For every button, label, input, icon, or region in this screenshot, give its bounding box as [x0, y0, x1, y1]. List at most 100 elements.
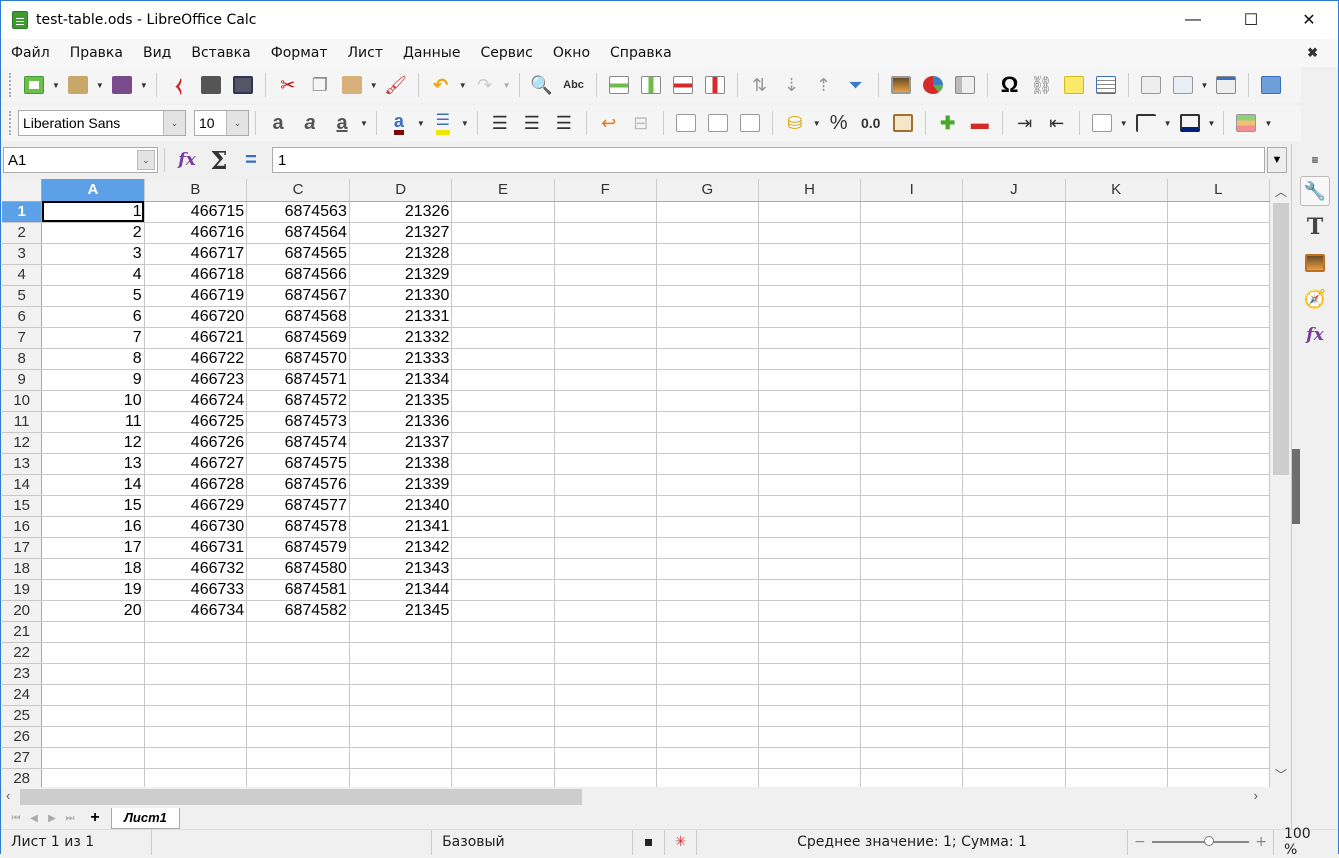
cell-A11[interactable]: 11	[41, 411, 145, 433]
cell-F20[interactable]	[554, 600, 657, 622]
sidebar-gallery-tab[interactable]	[1300, 248, 1330, 278]
cell-F13[interactable]	[554, 453, 657, 475]
redo-dropdown[interactable]: ▼	[503, 81, 511, 90]
cell-G8[interactable]	[656, 348, 759, 370]
cell-I11[interactable]	[860, 411, 964, 433]
cell-K26[interactable]	[1065, 726, 1168, 748]
prev-sheet-icon[interactable]: ◀	[25, 813, 43, 824]
cell-C16[interactable]: 6874578	[246, 516, 350, 538]
row-header[interactable]: 19	[2, 579, 43, 601]
percent-format-button[interactable]: %	[826, 110, 852, 136]
cell-C19[interactable]: 6874581	[246, 579, 350, 601]
cell-J4[interactable]	[962, 264, 1066, 286]
cell-I24[interactable]	[860, 684, 964, 706]
expand-formula-bar-button[interactable]: ▼	[1267, 147, 1287, 173]
zoom-slider[interactable]	[1151, 836, 1250, 846]
cell-E18[interactable]	[451, 558, 555, 580]
delete-row-button[interactable]	[670, 72, 696, 98]
cell-C27[interactable]	[246, 747, 350, 769]
menu-item-8[interactable]: Окно	[543, 45, 600, 61]
cell-J1[interactable]	[962, 201, 1066, 223]
cell-B12[interactable]: 466726	[144, 432, 248, 454]
cell-B16[interactable]: 466730	[144, 516, 248, 538]
cell-A8[interactable]: 8	[41, 348, 145, 370]
spelling-button[interactable]: Abc	[561, 72, 587, 98]
insert-row-button[interactable]	[606, 72, 632, 98]
cell-F8[interactable]	[554, 348, 657, 370]
cell-E28[interactable]	[451, 768, 555, 787]
zoom-percent[interactable]: 100 %	[1274, 826, 1338, 858]
cell-J10[interactable]	[962, 390, 1066, 412]
cell-F16[interactable]	[554, 516, 657, 538]
cell-F23[interactable]	[554, 663, 657, 685]
function-wizard-button[interactable]: fx	[174, 147, 200, 173]
row-header[interactable]: 17	[2, 537, 43, 559]
increase-indent-button[interactable]: ⇥	[1012, 110, 1038, 136]
cell-C3[interactable]: 6874565	[246, 243, 350, 265]
cell-G13[interactable]	[656, 453, 759, 475]
cut-button[interactable]: ✂	[275, 72, 301, 98]
cell-C14[interactable]: 6874576	[246, 474, 350, 496]
column-header-H[interactable]: H	[758, 179, 862, 202]
cell-J27[interactable]	[962, 747, 1066, 769]
cell-A4[interactable]: 4	[41, 264, 145, 286]
cell-D21[interactable]	[349, 621, 453, 643]
cell-H9[interactable]	[758, 369, 862, 391]
cell-I7[interactable]	[860, 327, 964, 349]
cell-D16[interactable]: 21341	[349, 516, 453, 538]
cell-I16[interactable]	[860, 516, 964, 538]
cell-A3[interactable]: 3	[41, 243, 145, 265]
cell-C2[interactable]: 6874564	[246, 222, 350, 244]
print-area-button[interactable]	[1138, 72, 1164, 98]
currency-dropdown[interactable]: ▼	[813, 119, 821, 128]
cell-L3[interactable]	[1167, 243, 1270, 265]
cell-J14[interactable]	[962, 474, 1066, 496]
cell-J16[interactable]	[962, 516, 1066, 538]
split-window-button[interactable]	[1213, 72, 1239, 98]
cell-D22[interactable]	[349, 642, 453, 664]
cell-H27[interactable]	[758, 747, 862, 769]
zoom-out-button[interactable]: −	[1134, 834, 1146, 850]
autofilter-button[interactable]: ⏷	[843, 72, 869, 98]
cell-L25[interactable]	[1167, 705, 1270, 727]
cell-D7[interactable]: 21332	[349, 327, 453, 349]
row-header[interactable]: 12	[2, 432, 43, 454]
column-header-C[interactable]: C	[246, 179, 350, 202]
underline-dropdown[interactable]: ▼	[360, 119, 368, 128]
cell-C4[interactable]: 6874566	[246, 264, 350, 286]
row-header[interactable]: 20	[2, 600, 43, 622]
cell-F22[interactable]	[554, 642, 657, 664]
cell-I10[interactable]	[860, 390, 964, 412]
menu-item-6[interactable]: Данные	[393, 45, 471, 61]
paste-dropdown[interactable]: ▼	[370, 81, 378, 90]
align-left-button[interactable]: ☰	[487, 110, 513, 136]
number-format-button[interactable]: 0.0	[858, 110, 884, 136]
save-dropdown[interactable]: ▼	[140, 81, 148, 90]
zoom-slider-knob[interactable]	[1203, 836, 1214, 846]
cell-A16[interactable]: 16	[41, 516, 145, 538]
cell-I21[interactable]	[860, 621, 964, 643]
cell-B23[interactable]	[144, 663, 248, 685]
cell-D27[interactable]	[349, 747, 453, 769]
menu-item-2[interactable]: Вид	[133, 45, 181, 61]
row-header[interactable]: 8	[2, 348, 43, 370]
chevron-down-icon[interactable]: ⌄	[226, 111, 248, 135]
row-header[interactable]: 2	[2, 222, 43, 244]
row-header[interactable]: 5	[2, 285, 43, 307]
cell-H10[interactable]	[758, 390, 862, 412]
cell-C10[interactable]: 6874572	[246, 390, 350, 412]
cell-H6[interactable]	[758, 306, 862, 328]
cell-E19[interactable]	[451, 579, 555, 601]
special-character-button[interactable]: Ω	[997, 72, 1023, 98]
cell-D28[interactable]	[349, 768, 453, 787]
cell-G12[interactable]	[656, 432, 759, 454]
cell-L21[interactable]	[1167, 621, 1270, 643]
cell-C23[interactable]	[246, 663, 350, 685]
cell-J11[interactable]	[962, 411, 1066, 433]
cell-F4[interactable]	[554, 264, 657, 286]
font-color-dropdown[interactable]: ▼	[417, 119, 425, 128]
cell-D17[interactable]: 21342	[349, 537, 453, 559]
cell-B25[interactable]	[144, 705, 248, 727]
page-style[interactable]: Базовый	[432, 829, 634, 855]
cell-E10[interactable]	[451, 390, 555, 412]
